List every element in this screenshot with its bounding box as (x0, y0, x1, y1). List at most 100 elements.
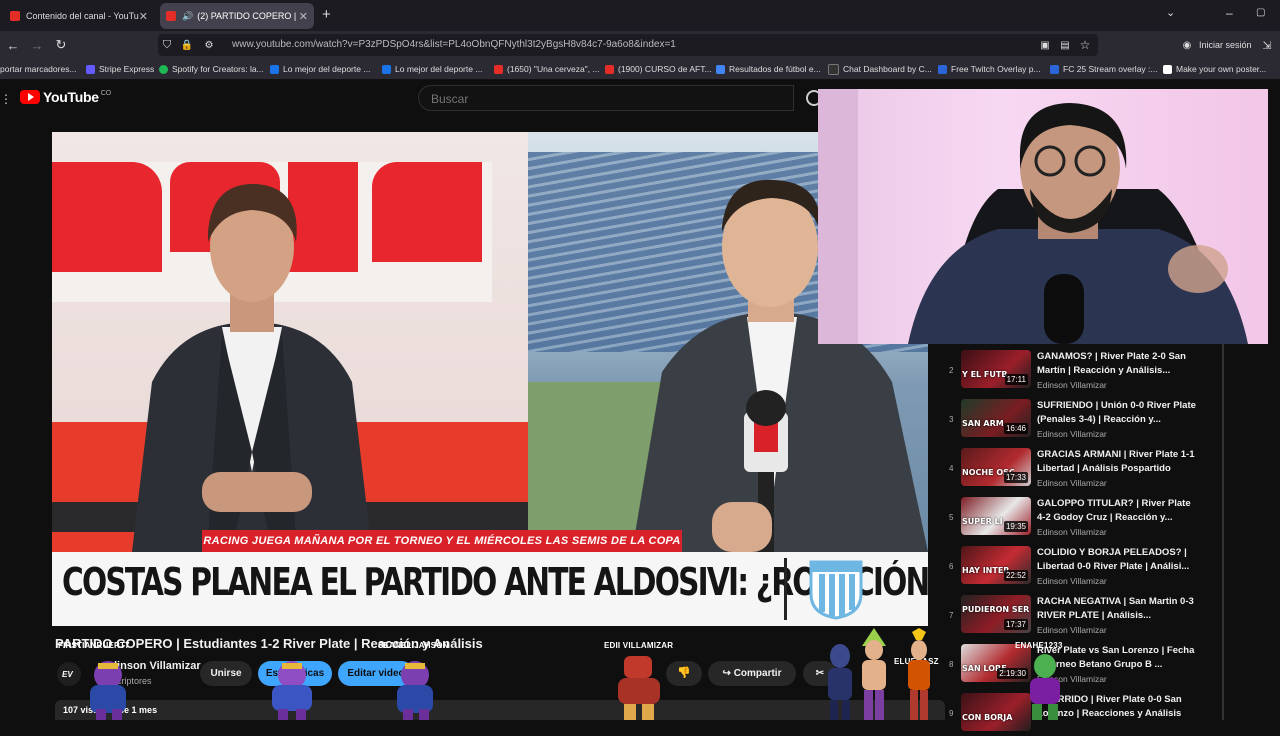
bookmark-item[interactable]: Chat Dashboard by C... (828, 59, 932, 79)
browser-nav-bar: ← → ↻ ⛉ 🔒 ⚙ www.youtube.com/watch?v=P3zP… (0, 31, 1280, 59)
tab-current-video[interactable]: 🔊 (2) PARTIDO COPERO | Estu ✕ (160, 3, 314, 29)
bookmark-item[interactable]: Spotify for Creators: la... (159, 59, 264, 79)
purple-titan-sprite (272, 661, 312, 720)
maximize-icon[interactable]: ▢ (1256, 7, 1265, 18)
bookmark-favicon-icon (159, 64, 168, 74)
channel-row: EV Edinson Villamizar suscriptores Unirs… (55, 656, 935, 692)
bookmark-item[interactable]: FC 25 Stream overlay :... (1050, 59, 1157, 79)
bookmark-favicon-icon (716, 64, 725, 74)
bookmark-item[interactable]: (1650) "Una cerveza", ... (494, 59, 600, 79)
overlay-viewer-name: FIRSTIANRUERT7 (58, 641, 130, 650)
video-thumbnail: SAN ARM 16:46 (961, 399, 1031, 437)
picture-in-picture-icon[interactable]: ▣ (1034, 31, 1056, 59)
bookmark-item[interactable]: Stripe Express (86, 59, 154, 79)
join-button[interactable]: Unirse (200, 661, 252, 686)
bookmark-item[interactable]: portar marcadores... (0, 59, 77, 79)
forward-arrow-icon[interactable]: → (26, 31, 48, 59)
orange-fighter-sprite (908, 628, 930, 720)
bookmark-favicon-icon (270, 64, 279, 74)
bookmark-favicon-icon (1050, 64, 1059, 74)
playlist-item[interactable]: 5 SUPER LI 19:35 GALOPPO TITULAR? | River… (944, 491, 1224, 540)
youtube-favicon-icon (10, 11, 20, 21)
video-thumbnail: PUDIERON SER 17:37 (961, 595, 1031, 633)
lock-icon[interactable]: 🔒 (176, 31, 198, 59)
share-button[interactable]: ↪ Compartir (708, 661, 796, 686)
purple-titan-sprite (90, 661, 126, 720)
description-box[interactable]: 107 vistas hace 1 mes (55, 700, 945, 720)
dislike-button[interactable]: 👎 (666, 661, 702, 686)
new-tab-icon[interactable]: + (322, 6, 331, 23)
playlist-item[interactable]: 9 CON BORJA ABURRIDO | River Plate 0-0 S… (944, 687, 1224, 736)
menu-icon[interactable]: ⋮ (0, 92, 12, 106)
bookmark-favicon-icon (494, 64, 503, 74)
tab-list-chevron-icon[interactable]: ⌄ (1166, 6, 1175, 19)
green-hair-fighter-sprite (862, 628, 886, 720)
green-creature-sprite (1030, 654, 1060, 720)
bookmark-item[interactable]: Resultados de fútbol e... (716, 59, 821, 79)
permissions-icon[interactable]: ⚙ (198, 31, 220, 59)
bookmark-favicon-icon (86, 64, 95, 74)
video-thumbnail: SUPER LI 19:35 (961, 497, 1031, 535)
video-thumbnail: NOCHE OSC 17:33 (961, 448, 1031, 486)
overlay-viewer-name: EDII VILLAMIZAR (604, 641, 674, 650)
search-box[interactable] (418, 85, 794, 111)
overlay-viewer-name: SEANELIJAHSON (378, 641, 449, 650)
bookmark-favicon-icon (382, 64, 391, 74)
overlay-viewer-name: ENAHE1233 (1015, 641, 1063, 650)
account-icon[interactable]: ◉ (1176, 31, 1198, 59)
browser-tab-bar: Contenido del canal - YouTube ✕ 🔊 (2) PA… (0, 0, 1280, 31)
video-player[interactable]: RACING JUEGA MAÑANA POR EL TORNEO Y EL M… (52, 132, 928, 626)
bookmark-favicon-icon (605, 64, 614, 74)
microphone-icon (1044, 274, 1084, 344)
reader-view-icon[interactable]: ▤ (1054, 31, 1076, 59)
playlist-item[interactable]: 2 Y EL FUTB 17:11 GANAMOS? | River Plate … (944, 344, 1224, 393)
bookmark-item[interactable]: Free Twitch Overlay p... (938, 59, 1041, 79)
youtube-logo[interactable]: YouTube CO (20, 89, 111, 105)
bookmark-item[interactable]: Make your own poster... (1163, 59, 1266, 79)
playlist-item[interactable]: 6 HAY INTER 22:52 COLIDIO Y BORJA PELEADO… (944, 540, 1224, 589)
racing-club-logo (809, 560, 863, 620)
bookmark-favicon-icon (828, 63, 839, 75)
red-armored-sprite (618, 656, 660, 720)
playlist-item[interactable]: 7 PUDIERON SER 17:37 RACHA NEGATIVA | San… (944, 589, 1224, 638)
reload-icon[interactable]: ↻ (50, 31, 72, 59)
tab-label: (2) PARTIDO COPERO | Estu (197, 11, 297, 21)
bookmark-item[interactable]: Lo mejor del deporte ... (382, 59, 482, 79)
star-bookmark-icon[interactable]: ☆ (1074, 31, 1096, 59)
webcam-overlay (818, 89, 1268, 344)
bookmark-favicon-icon (938, 64, 947, 74)
studio-host-figure (132, 183, 372, 552)
studio-scene (52, 132, 528, 552)
minimize-icon[interactable]: – (1226, 6, 1233, 20)
playlist-item[interactable]: 8 SAN LORE 2:19:30 River Plate vs San Lor… (944, 638, 1224, 687)
url-text[interactable]: www.youtube.com/watch?v=P3zPDSpO4rs&list… (232, 31, 676, 59)
signin-button[interactable]: Iniciar sesión (1199, 31, 1252, 59)
video-thumbnail: HAY INTER 22:52 (961, 546, 1031, 584)
close-tab-icon[interactable]: ✕ (299, 10, 308, 23)
bookmark-favicon-icon (1163, 64, 1172, 74)
bookmark-item[interactable]: Lo mejor del deporte ... (270, 59, 370, 79)
lower-third-bar: RACING JUEGA MAÑANA POR EL TORNEO Y EL M… (202, 530, 682, 552)
speaker-icon[interactable]: 🔊 (182, 11, 193, 22)
share-icon: ↪ (722, 668, 734, 679)
youtube-favicon-icon (166, 11, 176, 21)
extensions-icon[interactable]: ⇲ (1256, 31, 1278, 59)
playlist-item[interactable]: 4 NOCHE OSC 17:33 GRACIAS ARMANI | River … (944, 442, 1224, 491)
shield-icon[interactable]: ⛉ (156, 31, 178, 59)
streamer-figure (908, 103, 1248, 344)
headline-text: COSTAS PLANEA EL PARTIDO ANTE ALDOSIVI: … (62, 560, 928, 604)
playlist-panel: 2 Y EL FUTB 17:11 GANAMOS? | River Plate … (944, 344, 1224, 731)
bookmark-item[interactable]: (1900) CURSO de AFT... (605, 59, 712, 79)
tab-label: Contenido del canal - YouTube (26, 11, 139, 21)
search-input[interactable] (429, 91, 773, 107)
youtube-play-icon (20, 90, 40, 104)
playlist-item[interactable]: 3 SAN ARM 16:46 SUFRIENDO | Unión 0-0 Riv… (944, 393, 1224, 442)
tab-channel-content[interactable]: Contenido del canal - YouTube ✕ (4, 3, 154, 29)
video-thumbnail: Y EL FUTB 17:11 (961, 350, 1031, 388)
back-arrow-icon[interactable]: ← (2, 31, 24, 59)
bookmarks-bar: portar marcadores... Stripe Express Spot… (0, 59, 1280, 80)
news-headline-bar: COSTAS PLANEA EL PARTIDO ANTE ALDOSIVI: … (52, 552, 928, 626)
purple-titan-sprite (397, 661, 433, 720)
playlist-scrollbar[interactable] (1222, 344, 1224, 720)
close-tab-icon[interactable]: ✕ (139, 10, 148, 23)
